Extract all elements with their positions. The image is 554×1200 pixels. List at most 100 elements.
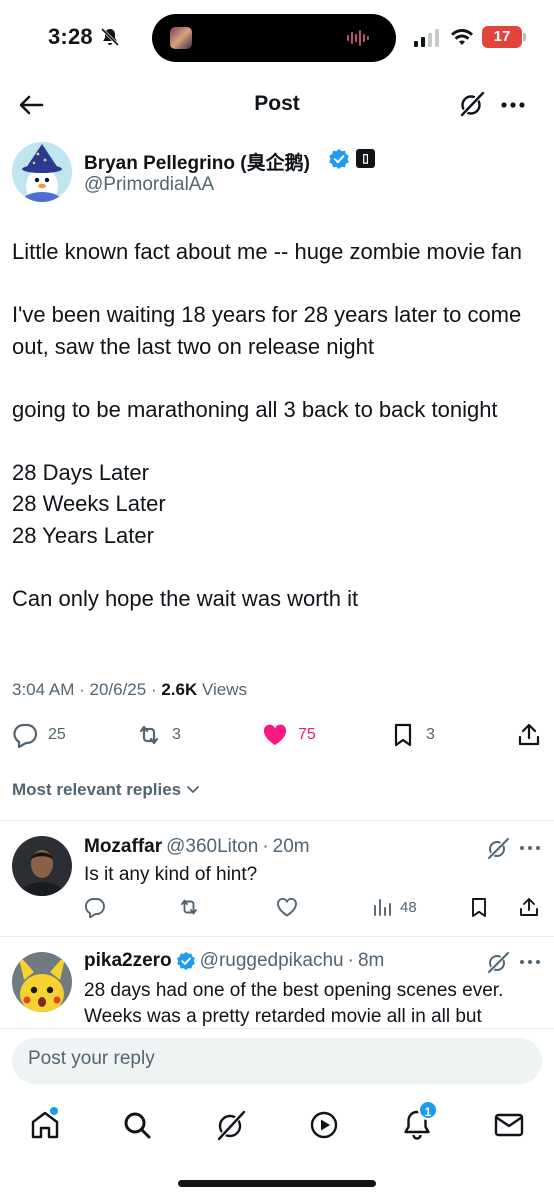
chevron-down-icon [187, 786, 200, 793]
reply-avatar[interactable] [12, 952, 72, 1012]
reply-author-name[interactable]: Mozaffar [84, 836, 162, 858]
post-paragraph: going to be marathoning all 3 back to ba… [12, 396, 498, 422]
tab-home[interactable] [28, 1107, 62, 1142]
reply-count: 25 [48, 726, 66, 743]
post-action-bar: 25 3 75 3 [0, 718, 554, 752]
reply-time: 20m [272, 836, 310, 857]
repost-count: 3 [172, 726, 181, 743]
heart-icon [277, 897, 297, 917]
author-handle[interactable]: @PrimordialAA [84, 174, 214, 196]
tab-messages[interactable] [492, 1108, 526, 1142]
author-name[interactable]: Bryan Pellegrino (臭企鹅) [84, 148, 310, 175]
reply-header: pika2zero @ruggedpikachu · 8m [84, 950, 385, 972]
battery-indicator: 17 [482, 26, 522, 48]
share-icon [518, 723, 540, 746]
battery-nub [523, 33, 526, 41]
notification-badge: 1 [418, 1100, 438, 1120]
reply-button[interactable] [84, 896, 106, 918]
post-list-line: 28 Years Later [12, 522, 154, 548]
home-indicator[interactable] [178, 1180, 376, 1187]
penguin-wizard-avatar-icon [12, 142, 72, 202]
bookmark-button[interactable] [468, 896, 490, 918]
reply-author-name[interactable]: pika2zero [84, 950, 172, 972]
reply-bubble-icon [84, 898, 105, 918]
views-button[interactable]: 48 [372, 896, 417, 918]
share-button[interactable] [516, 718, 542, 752]
like-count: 75 [298, 726, 316, 743]
post-paragraph: I've been waiting 18 years for 28 years … [12, 302, 522, 359]
grok-icon[interactable] [486, 950, 510, 974]
tab-video[interactable] [307, 1108, 341, 1142]
post-date[interactable]: 20/6/25 [89, 680, 146, 699]
post-header: Post [0, 78, 554, 132]
status-time: 3:28 [48, 24, 93, 49]
cellular-signal-icon [414, 29, 439, 47]
views-count: 48 [400, 898, 417, 916]
divider [0, 936, 554, 937]
reply-bubble-icon [13, 723, 38, 748]
grok-icon[interactable] [486, 836, 510, 860]
post-time[interactable]: 3:04 AM [12, 680, 74, 699]
post-text: Little known fact about me -- huge zombi… [12, 236, 542, 614]
post-paragraph: Little known fact about me -- huge zombi… [12, 239, 522, 264]
reply-text: Is it any kind of hint? [84, 864, 258, 885]
reply-author-handle[interactable]: @360Liton [166, 836, 258, 858]
more-options-icon[interactable] [500, 92, 526, 118]
reply-action-bar: 48 [84, 896, 544, 922]
grok-icon[interactable] [458, 90, 486, 118]
post-list-line: 28 Days Later [12, 459, 149, 485]
dynamic-island[interactable] [152, 14, 396, 62]
person-avatar-icon [12, 836, 72, 896]
affiliate-badge-icon[interactable]: ▯ [356, 149, 375, 168]
reply-input[interactable] [28, 1048, 508, 1070]
surprised-pikachu-avatar-icon [12, 952, 72, 1012]
tab-bar: 1 [0, 1100, 554, 1154]
author-avatar[interactable] [12, 142, 72, 202]
search-icon [124, 1112, 151, 1139]
now-playing-thumbnail [170, 27, 192, 49]
tab-search[interactable] [120, 1108, 154, 1142]
bookmark-count: 3 [426, 726, 435, 743]
divider [0, 820, 554, 821]
unread-dot [50, 1107, 58, 1115]
bell-off-icon [100, 27, 120, 47]
wifi-icon [451, 29, 473, 45]
analytics-icon [374, 899, 391, 916]
reply-sort-dropdown[interactable]: Most relevant replies [12, 780, 201, 800]
heart-filled-icon [263, 724, 287, 745]
reply-header: Mozaffar @360Liton · 20m [84, 836, 310, 858]
more-options-icon[interactable] [518, 836, 542, 860]
repost-icon [139, 725, 159, 745]
bookmark-icon [472, 898, 486, 917]
audio-wave-icon [347, 30, 369, 46]
like-button[interactable]: 75 [262, 718, 316, 752]
divider [0, 1028, 554, 1029]
status-bar: 3:28 17 [0, 0, 554, 70]
mail-icon [494, 1113, 524, 1137]
verified-badge-icon [176, 951, 195, 971]
repost-button[interactable] [178, 896, 200, 918]
share-button[interactable] [518, 896, 540, 918]
reply-composer[interactable] [12, 1038, 542, 1084]
verified-badge-icon [329, 149, 349, 169]
more-options-icon[interactable] [518, 950, 542, 974]
tab-grok[interactable] [214, 1108, 248, 1142]
like-button[interactable] [276, 896, 298, 918]
reply-avatar[interactable] [12, 836, 72, 896]
post-list-line: 28 Weeks Later [12, 491, 166, 516]
sort-label: Most relevant replies [12, 780, 182, 799]
views-count: 2.6K [161, 680, 198, 699]
reply-author-handle[interactable]: @ruggedpikachu [200, 950, 344, 972]
tab-notifications[interactable]: 1 [400, 1100, 438, 1142]
repost-button[interactable]: 3 [136, 718, 181, 752]
reply-button[interactable]: 25 [12, 718, 66, 752]
grok-icon [217, 1110, 246, 1141]
share-icon [520, 898, 538, 916]
reply-text: 28 days had one of the best opening scen… [84, 980, 504, 1027]
post-meta: 3:04 AM · 20/6/25 · 2.6K Views [12, 680, 248, 699]
play-circle-icon [310, 1111, 338, 1139]
reply-time: 8m [357, 950, 385, 971]
views-label: Views [201, 680, 248, 699]
repost-icon [181, 899, 197, 915]
bookmark-button[interactable]: 3 [390, 718, 435, 752]
